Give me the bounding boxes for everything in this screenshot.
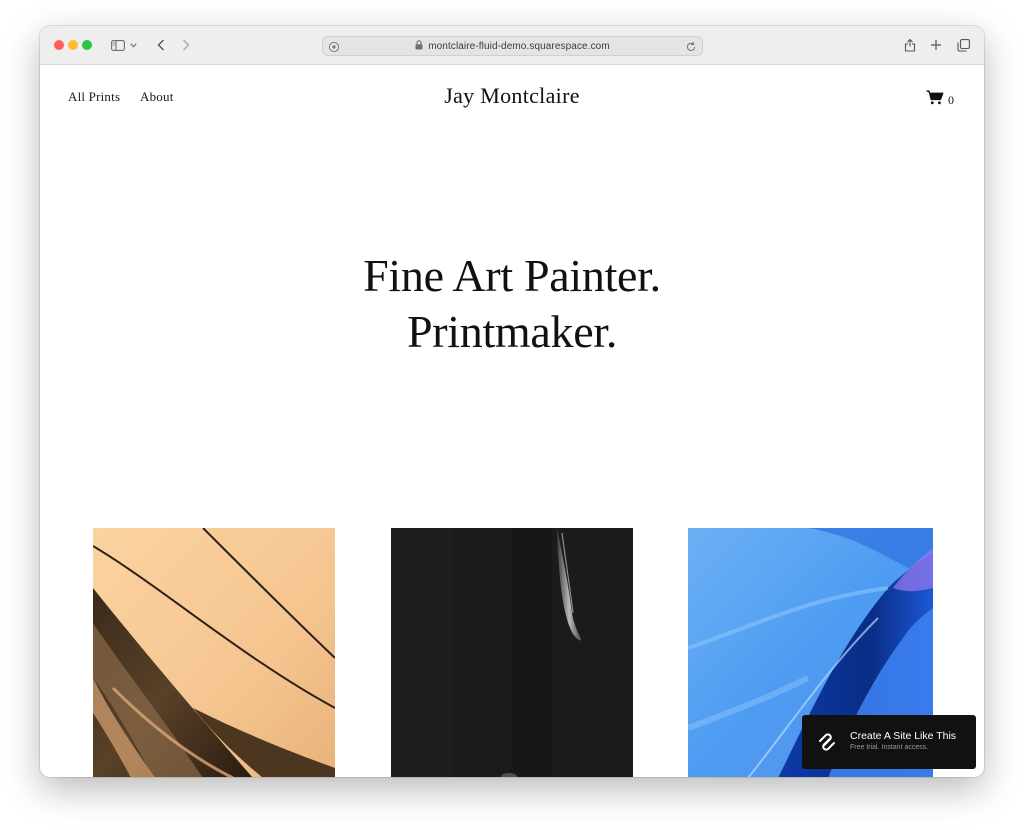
hero-heading: Fine Art Painter. Printmaker. xyxy=(40,248,984,360)
hero-line-2: Printmaker. xyxy=(406,306,618,357)
sidebar-icon[interactable] xyxy=(108,35,128,55)
minimize-window-button[interactable] xyxy=(68,40,78,50)
peach-abstract-print[interactable] xyxy=(93,528,335,777)
lock-icon xyxy=(415,37,423,55)
cart-icon xyxy=(926,90,944,110)
back-arrow-icon[interactable] xyxy=(151,35,171,55)
cart-count: 0 xyxy=(948,92,954,107)
url-text: montclaire-fluid-demo.squarespace.com xyxy=(428,40,610,52)
site-header: All Prints About Jay Montclaire 0 xyxy=(40,66,984,136)
forward-arrow-icon[interactable] xyxy=(176,35,196,55)
create-site-promo-button[interactable]: Create A Site Like This Free trial. Inst… xyxy=(802,715,976,769)
reload-icon[interactable] xyxy=(685,40,697,52)
chevron-down-icon[interactable] xyxy=(127,35,139,55)
cart-button[interactable]: 0 xyxy=(926,90,954,110)
close-window-button[interactable] xyxy=(54,40,64,50)
site-title[interactable]: Jay Montclaire xyxy=(40,83,984,109)
address-bar[interactable]: montclaire-fluid-demo.squarespace.com xyxy=(322,36,703,56)
black-abstract-print[interactable] xyxy=(391,528,633,777)
browser-titlebar: montclaire-fluid-demo.squarespace.com xyxy=(40,26,984,65)
zoom-window-button[interactable] xyxy=(82,40,92,50)
browser-window: montclaire-fluid-demo.squarespace.com Al… xyxy=(40,26,984,777)
hero-line-1: Fine Art Painter. xyxy=(363,250,661,301)
promo-title: Create A Site Like This xyxy=(850,730,957,742)
tab-overview-icon[interactable] xyxy=(953,35,973,55)
promo-subtitle: Free trial. Instant access. xyxy=(850,744,929,751)
plus-icon[interactable] xyxy=(926,35,946,55)
squarespace-logo-icon xyxy=(816,731,838,753)
share-icon[interactable] xyxy=(900,35,920,55)
